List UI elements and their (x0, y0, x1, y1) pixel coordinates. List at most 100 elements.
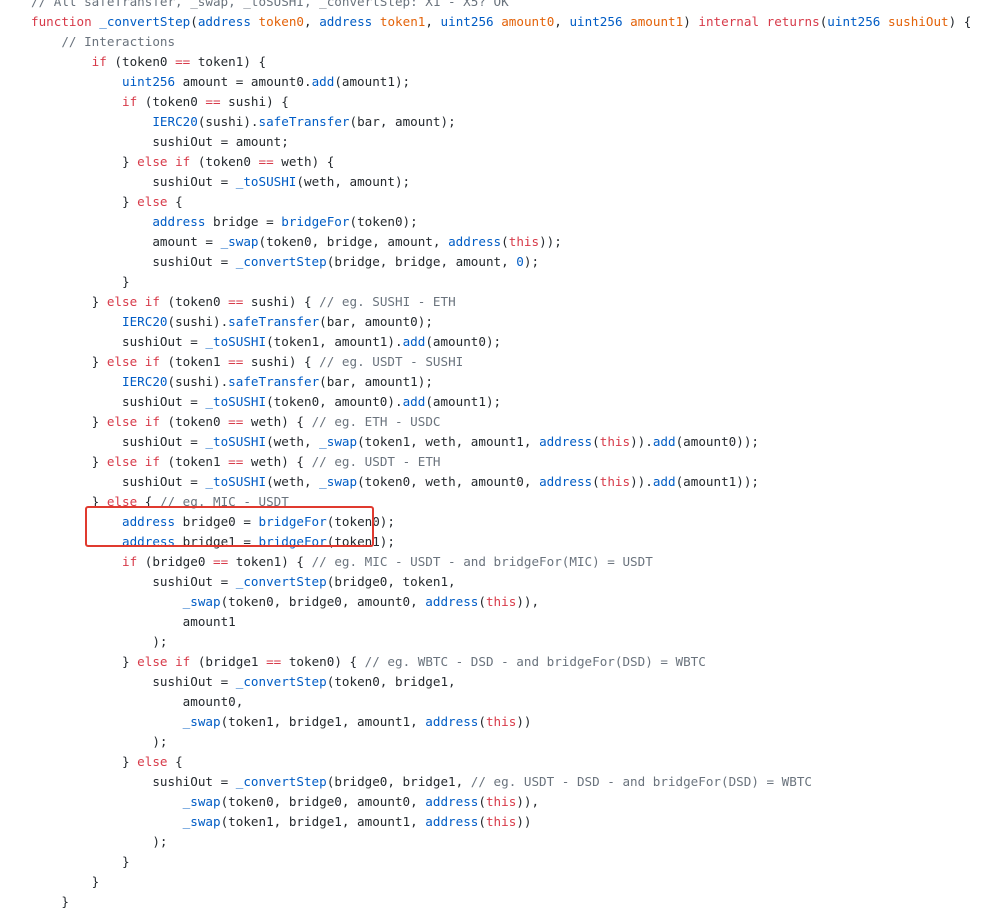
code-token: ( (478, 714, 486, 729)
code-token: this (485, 594, 517, 609)
code-token: weth) { (273, 154, 335, 169)
code-token: sushiOut = (122, 474, 206, 489)
code-token: if (91, 54, 107, 69)
code-line: uint256 amount = amount0.add(amount1); (0, 72, 995, 92)
code-token: address (122, 514, 176, 529)
code-token: (token0 (106, 54, 176, 69)
code-token: (token0 (137, 94, 206, 109)
code-token: == (213, 554, 229, 569)
code-token: sushiOut = (122, 394, 206, 409)
code-line: sushiOut = _toSUSHI(token1, amount1).add… (0, 332, 995, 352)
code-token: token1 (379, 14, 426, 29)
code-token: this (508, 234, 540, 249)
code-token: this (485, 814, 517, 829)
code-token: sushiOut (887, 14, 949, 29)
code-token: _swap (220, 234, 259, 249)
code-token: (bridge0 (137, 554, 213, 569)
code-token: amount1 (182, 614, 236, 629)
source-code-block[interactable]: // All safeTransfer, _swap, _toSUSHI, _c… (0, 0, 995, 912)
code-token: (token0, bridge, amount, (258, 234, 449, 249)
code-token: (token0 (159, 294, 229, 309)
code-token: amount0, (182, 694, 244, 709)
code-token: (sushi). (167, 314, 229, 329)
code-token: // eg. SUSHI - ETH (319, 294, 456, 309)
code-token: (token0, bridge0, amount0, (220, 594, 426, 609)
code-line: } (0, 272, 995, 292)
code-token: address (319, 14, 380, 29)
code-token: _convertStep (235, 674, 327, 689)
code-token: _toSUSHI (235, 174, 297, 189)
code-token: sushi) { (243, 294, 320, 309)
code-token: } (91, 294, 107, 309)
code-token: (amount1); (425, 394, 502, 409)
code-token: (amount1); (334, 74, 411, 89)
code-token: )); (539, 234, 562, 249)
code-token: _swap (182, 814, 221, 829)
code-token: add (402, 394, 426, 409)
code-token: add (402, 334, 426, 349)
code-line: ); (0, 832, 995, 852)
code-token: token1) { (228, 554, 312, 569)
code-line: _swap(token1, bridge1, amount1, address(… (0, 712, 995, 732)
code-token: ) (683, 14, 699, 29)
code-token: (bridge0, token1, (326, 574, 456, 589)
code-token: else (137, 194, 168, 209)
code-token: _convertStep (235, 254, 327, 269)
code-token: (token1, weth, amount1, (357, 434, 540, 449)
code-token: this (599, 474, 631, 489)
code-token: _swap (182, 714, 221, 729)
code-token: token1) { (190, 54, 267, 69)
code-token: } (61, 894, 69, 909)
code-token: (token0, amount0). (266, 394, 403, 409)
code-token: } (122, 654, 138, 669)
code-token: add (311, 74, 335, 89)
code-token: uint256 (122, 74, 176, 89)
code-token: ); (152, 834, 168, 849)
code-token: ( (190, 14, 198, 29)
code-line: } else if (token0 == weth) { // eg. ETH … (0, 412, 995, 432)
code-token: this (599, 434, 631, 449)
code-token: (amount1)); (675, 474, 759, 489)
code-token: IERC20 (152, 114, 198, 129)
code-line: address bridge = bridgeFor(token0); (0, 212, 995, 232)
code-token: _convertStep (235, 574, 327, 589)
code-line: if (bridge0 == token1) { // eg. MIC - US… (0, 552, 995, 572)
code-token: (weth, (266, 434, 320, 449)
code-line: amount = _swap(token0, bridge, amount, a… (0, 232, 995, 252)
code-token: (token1); (326, 534, 395, 549)
code-token: internal returns (698, 14, 820, 29)
code-token: (bar, amount); (349, 114, 456, 129)
code-token: if (122, 94, 138, 109)
code-token: ) { (948, 14, 972, 29)
code-token: sushiOut = (122, 334, 206, 349)
code-token: == (266, 654, 282, 669)
code-token: else (106, 494, 138, 509)
code-token: (token0 (159, 414, 229, 429)
code-token: sushi) { (243, 354, 320, 369)
code-token: weth) { (243, 414, 312, 429)
code-line: sushiOut = _toSUSHI(weth, _swap(token1, … (0, 432, 995, 452)
code-token: sushiOut = amount; (152, 134, 289, 149)
code-token: bridge0 = (175, 514, 259, 529)
code-viewer: // All safeTransfer, _swap, _toSUSHI, _c… (0, 0, 995, 915)
code-token: token0) { (281, 654, 365, 669)
code-token: weth) { (243, 454, 312, 469)
code-token: address (152, 214, 206, 229)
code-token: (token1 (159, 354, 229, 369)
code-token: { (167, 754, 183, 769)
code-token: _toSUSHI (205, 334, 267, 349)
code-token: _convertStep (99, 14, 191, 29)
code-line: sushiOut = _convertStep(bridge, bridge, … (0, 252, 995, 272)
code-token: safeTransfer (228, 374, 320, 389)
code-token: sushiOut = (122, 434, 206, 449)
